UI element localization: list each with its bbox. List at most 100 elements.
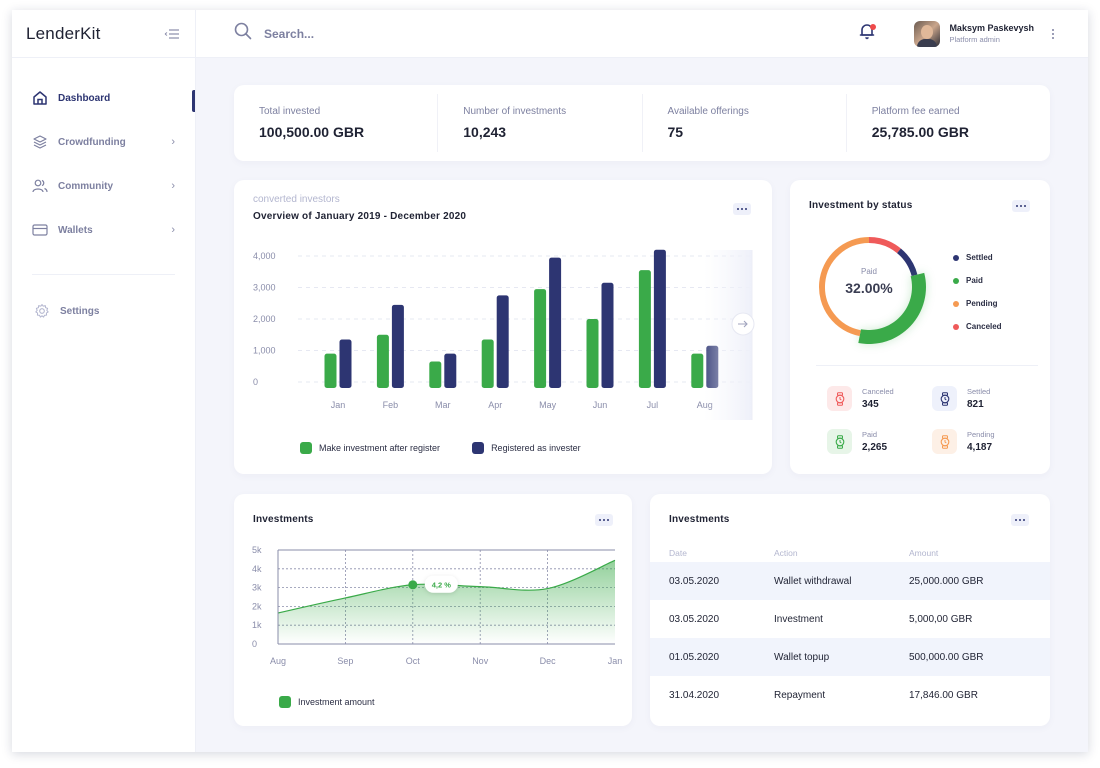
- status-label: Canceled: [862, 387, 894, 396]
- more-options-button[interactable]: [1012, 200, 1030, 212]
- watch-icon: [827, 386, 852, 411]
- cell-date: 01.05.2020: [669, 651, 720, 663]
- sidebar-item-wallets[interactable]: Wallets ›: [12, 208, 195, 252]
- sidebar-item-crowdfunding[interactable]: Crowdfunding ›: [12, 120, 195, 164]
- cell-action: Wallet withdrawal: [774, 575, 852, 587]
- sidebar-item-label: Dashboard: [58, 92, 111, 104]
- collapse-sidebar-icon[interactable]: [163, 27, 181, 41]
- users-icon: [31, 178, 48, 195]
- chart-title: Overview of January 2019 - December 2020: [253, 211, 467, 222]
- status-value: 2,265: [862, 442, 888, 453]
- watch-icon: [932, 386, 957, 411]
- stat-value: 25,785.00 GBR: [871, 124, 970, 140]
- stat-total-invested: Total invested 100,500.00 GBR: [234, 94, 439, 152]
- x-tick-label: Aug: [270, 656, 286, 666]
- investments-table-card: Investments Date Action Amount 03.05.202…: [650, 494, 1050, 726]
- more-options-button[interactable]: [595, 514, 613, 526]
- next-arrow-button[interactable]: [731, 312, 755, 336]
- cell-action: Wallet topup: [774, 651, 830, 663]
- bar-registered-jul: [653, 249, 666, 388]
- status-settled: Settled 821: [932, 386, 1037, 411]
- bar-registered-jun: [601, 282, 614, 388]
- bar-registered-jan: [339, 339, 352, 388]
- x-tick-label: Dec: [540, 656, 557, 666]
- column-header-action[interactable]: Action: [774, 544, 909, 562]
- cell-action: Repayment: [774, 689, 826, 701]
- more-vertical-icon[interactable]: [1048, 26, 1058, 42]
- bar-make-investment-apr: [481, 339, 494, 388]
- status-canceled: Canceled 345: [827, 386, 932, 411]
- bar-registered-apr: [496, 295, 509, 388]
- y-tick-label: 1k: [252, 620, 262, 630]
- legend-item-settled[interactable]: Settled: [953, 246, 1002, 269]
- x-tick-label: May: [539, 400, 557, 410]
- search-icon[interactable]: [234, 22, 252, 45]
- sidebar-item-settings[interactable]: Settings: [12, 289, 195, 333]
- status-label: Pending: [967, 430, 995, 439]
- chevron-right-icon: ›: [171, 136, 175, 148]
- stat-value: 10,243: [463, 124, 507, 140]
- bar-make-investment-aug: [691, 353, 704, 388]
- legend-item-canceled[interactable]: Canceled: [953, 315, 1002, 338]
- stat-label: Platform fee earned: [871, 106, 960, 117]
- donut-chart: Paid 32.00%: [819, 237, 926, 344]
- user-menu[interactable]: Maksym Paskevysh Platform admin: [914, 20, 1034, 47]
- table-row[interactable]: 31.04.2020 Repayment 17,846.00 GBR: [650, 676, 1050, 714]
- legend-item-paid[interactable]: Paid: [953, 269, 1002, 292]
- legend-item-pending[interactable]: Pending: [953, 292, 1002, 315]
- x-tick-label: Nov: [472, 656, 489, 666]
- card-title: Investment by status: [809, 200, 913, 211]
- column-header-amount[interactable]: Amount: [909, 544, 1050, 562]
- avatar[interactable]: [914, 20, 941, 47]
- sidebar-item-dashboard[interactable]: Dashboard: [12, 76, 195, 120]
- user-name: Maksym Paskevysh: [949, 23, 1034, 33]
- divider: [816, 365, 1038, 366]
- legend-label: Investment amount: [298, 697, 375, 707]
- bar-make-investment-mar: [429, 361, 442, 388]
- sidebar-item-label: Community: [58, 180, 113, 192]
- legend-swatch: [279, 696, 291, 708]
- bar-make-investment-jan: [324, 353, 337, 388]
- table-row[interactable]: 03.05.2020 Wallet withdrawal 25,000.000 …: [650, 562, 1050, 600]
- notifications-button[interactable]: [856, 23, 878, 45]
- more-options-button[interactable]: [733, 203, 751, 215]
- stat-platform-fee: Platform fee earned 25,785.00 GBR: [847, 94, 1050, 152]
- legend-item-registered[interactable]: Registered as invester: [472, 442, 581, 454]
- x-tick-label: Jan: [331, 400, 346, 410]
- y-tick-label: 2,000: [253, 314, 276, 324]
- x-tick-label: Apr: [488, 400, 502, 410]
- status-pending: Pending 4,187: [932, 429, 1037, 454]
- stat-available-offerings: Available offerings 75: [643, 94, 847, 152]
- bar-make-investment-feb: [376, 334, 389, 388]
- table-row[interactable]: 01.05.2020 Wallet topup 500,000.00 GBR: [650, 638, 1050, 676]
- legend-label: Canceled: [966, 322, 1002, 331]
- legend-item-investment-amount[interactable]: Investment amount: [279, 696, 375, 708]
- y-tick-label: 4k: [252, 564, 262, 574]
- cell-amount: 500,000.00 GBR: [909, 651, 984, 663]
- logo[interactable]: LenderKit: [26, 24, 101, 44]
- area-chart-legend: Investment amount: [279, 696, 375, 708]
- legend-item-make-investment[interactable]: Make investment after register: [300, 442, 440, 454]
- notification-badge: [870, 23, 877, 30]
- x-tick-label: Jul: [647, 400, 659, 410]
- chevron-right-icon: ›: [171, 224, 175, 236]
- x-tick-label: Sep: [337, 656, 353, 666]
- column-header-date[interactable]: Date: [650, 544, 774, 562]
- status-label: Settled: [967, 387, 991, 396]
- y-tick-label: 4,000: [253, 251, 276, 261]
- chart-subtitle: converted investors: [253, 194, 340, 205]
- stat-label: Number of investments: [463, 106, 567, 117]
- table-row[interactable]: 03.05.2020 Investment 5,000,00 GBR: [650, 600, 1050, 638]
- donut-center-label: Paid: [861, 267, 877, 276]
- x-tick-label: Oct: [406, 656, 421, 666]
- legend-label: Pending: [966, 299, 998, 308]
- sidebar-item-label: Settings: [60, 305, 100, 317]
- legend-label: Registered as invester: [491, 443, 581, 453]
- sidebar-item-community[interactable]: Community ›: [12, 164, 195, 208]
- user-role: Platform admin: [949, 35, 1000, 44]
- cell-amount: 25,000.000 GBR: [909, 575, 984, 587]
- status-value: 4,187: [967, 442, 993, 453]
- bar-make-investment-jul: [638, 270, 651, 388]
- search-input[interactable]: [264, 26, 564, 41]
- more-options-button[interactable]: [1011, 514, 1029, 526]
